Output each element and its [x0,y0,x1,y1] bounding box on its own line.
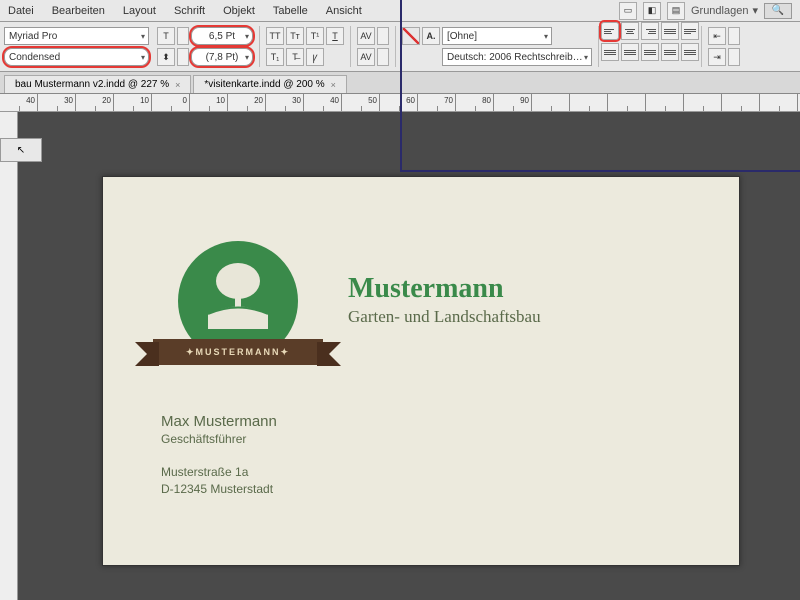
align-away-spine-button[interactable] [641,43,659,61]
menu-layout[interactable]: Layout [123,5,156,17]
overlay-guide-vertical [400,0,402,170]
ruler-tick [494,94,532,111]
ruler-tick [380,94,418,111]
allcaps-icon[interactable]: TT [266,27,284,45]
contact-role: Geschäftsführer [161,432,277,446]
company-tagline: Garten- und Landschaftsbau [348,307,541,327]
ligature-icon[interactable]: Ꝩ [306,48,324,66]
indent-left-icon[interactable]: ⇤ [708,27,726,45]
ruler-tick [228,94,266,111]
tracking-stepper[interactable] [377,48,389,66]
ruler-tick [0,94,38,111]
vertical-ruler[interactable] [0,112,18,600]
logo: ✦ MUSTERMANN ✦ [153,241,323,365]
logo-ribbon: ✦ MUSTERMANN ✦ [153,339,323,365]
align-right-button[interactable] [641,22,659,40]
contact-block: Max Mustermann Geschäftsführer Musterstr… [161,413,277,498]
font-family-dropdown[interactable]: Myriad Pro [4,27,149,45]
close-icon[interactable]: × [175,80,180,90]
document-tab[interactable]: *visitenkarte.indd @ 200 %× [193,75,346,93]
kerning-stepper[interactable] [377,27,389,45]
menu-datei[interactable]: Datei [8,5,34,17]
screen-mode-icon[interactable]: ◧ [643,2,661,20]
document-tab[interactable]: bau Mustermann v2.indd @ 227 %× [4,75,191,93]
ruler-tick [190,94,228,111]
font-style-dropdown[interactable]: Condensed [4,48,149,66]
menu-schrift[interactable]: Schrift [174,5,205,17]
kerning-icon: AV [357,27,375,45]
align-towards-spine-button[interactable] [621,43,639,61]
contact-name: Max Mustermann [161,413,277,430]
subscript-icon[interactable]: T₁ [266,48,284,66]
font-size-dropdown[interactable]: 6,5 Pt [191,27,253,45]
contact-street: Musterstraße 1a [161,464,277,481]
ruler-tick [114,94,152,111]
align-extra-2-button[interactable] [681,43,699,61]
leading-icon: ⬍ [157,48,175,66]
workspace-switcher[interactable]: Grundlagen▾ [691,4,758,17]
ruler-tick [76,94,114,111]
menu-ansicht[interactable]: Ansicht [326,5,362,17]
alignment-group [601,22,699,71]
view-mode-icon[interactable]: ▭ [619,2,637,20]
menu-tabelle[interactable]: Tabelle [273,5,308,17]
align-justify-button[interactable] [661,22,679,40]
close-icon[interactable]: × [331,80,336,90]
ruler-tick [342,94,380,111]
overlay-guide-horizontal [400,170,800,172]
indent-left-stepper[interactable] [728,27,740,45]
char-style-dropdown[interactable]: [Ohne] [442,27,552,45]
company-name: Mustermann [348,273,541,305]
menu-objekt[interactable]: Objekt [223,5,255,17]
search-button[interactable]: 🔍 [764,3,792,19]
font-size-icon: T [157,27,175,45]
superscript-icon[interactable]: T¹ [306,27,324,45]
align-center-button[interactable] [621,22,639,40]
align-extra-1-button[interactable] [661,43,679,61]
arrange-icon[interactable]: ▤ [667,2,685,20]
ruler-tick [152,94,190,111]
contact-city: D-12345 Musterstadt [161,481,277,498]
canvas[interactable]: ↖ ✦ MUSTERMANN ✦ Mustermann Garten- und … [0,112,800,600]
indent-right-icon[interactable]: ⇥ [708,48,726,66]
align-justify-last-left-button[interactable] [681,22,699,40]
underline-icon[interactable]: T [326,27,344,45]
align-justify-all-button[interactable] [601,43,619,61]
ruler-tick [456,94,494,111]
strikethrough-icon[interactable]: T̶ [286,48,304,66]
font-size-stepper[interactable] [177,27,189,45]
indent-right-stepper[interactable] [728,48,740,66]
leading-dropdown[interactable]: (7,8 Pt) [191,48,253,66]
document-page[interactable]: ✦ MUSTERMANN ✦ Mustermann Garten- und La… [102,176,740,566]
ruler-tick [304,94,342,111]
ruler-tick [38,94,76,111]
menu-bearbeiten[interactable]: Bearbeiten [52,5,105,17]
leading-stepper[interactable] [177,48,189,66]
ruler-tick [418,94,456,111]
tree-icon [203,259,273,329]
fill-none-icon[interactable] [402,27,420,45]
char-style-icon: A. [422,27,440,45]
tracking-icon: AV [357,48,375,66]
align-left-button[interactable] [601,22,619,40]
company-title-block: Mustermann Garten- und Landschaftsbau [348,273,541,327]
language-dropdown[interactable]: Deutsch: 2006 Rechtschreib… [442,48,592,66]
smallcaps-icon[interactable]: Tᴛ [286,27,304,45]
ruler-tick [266,94,304,111]
